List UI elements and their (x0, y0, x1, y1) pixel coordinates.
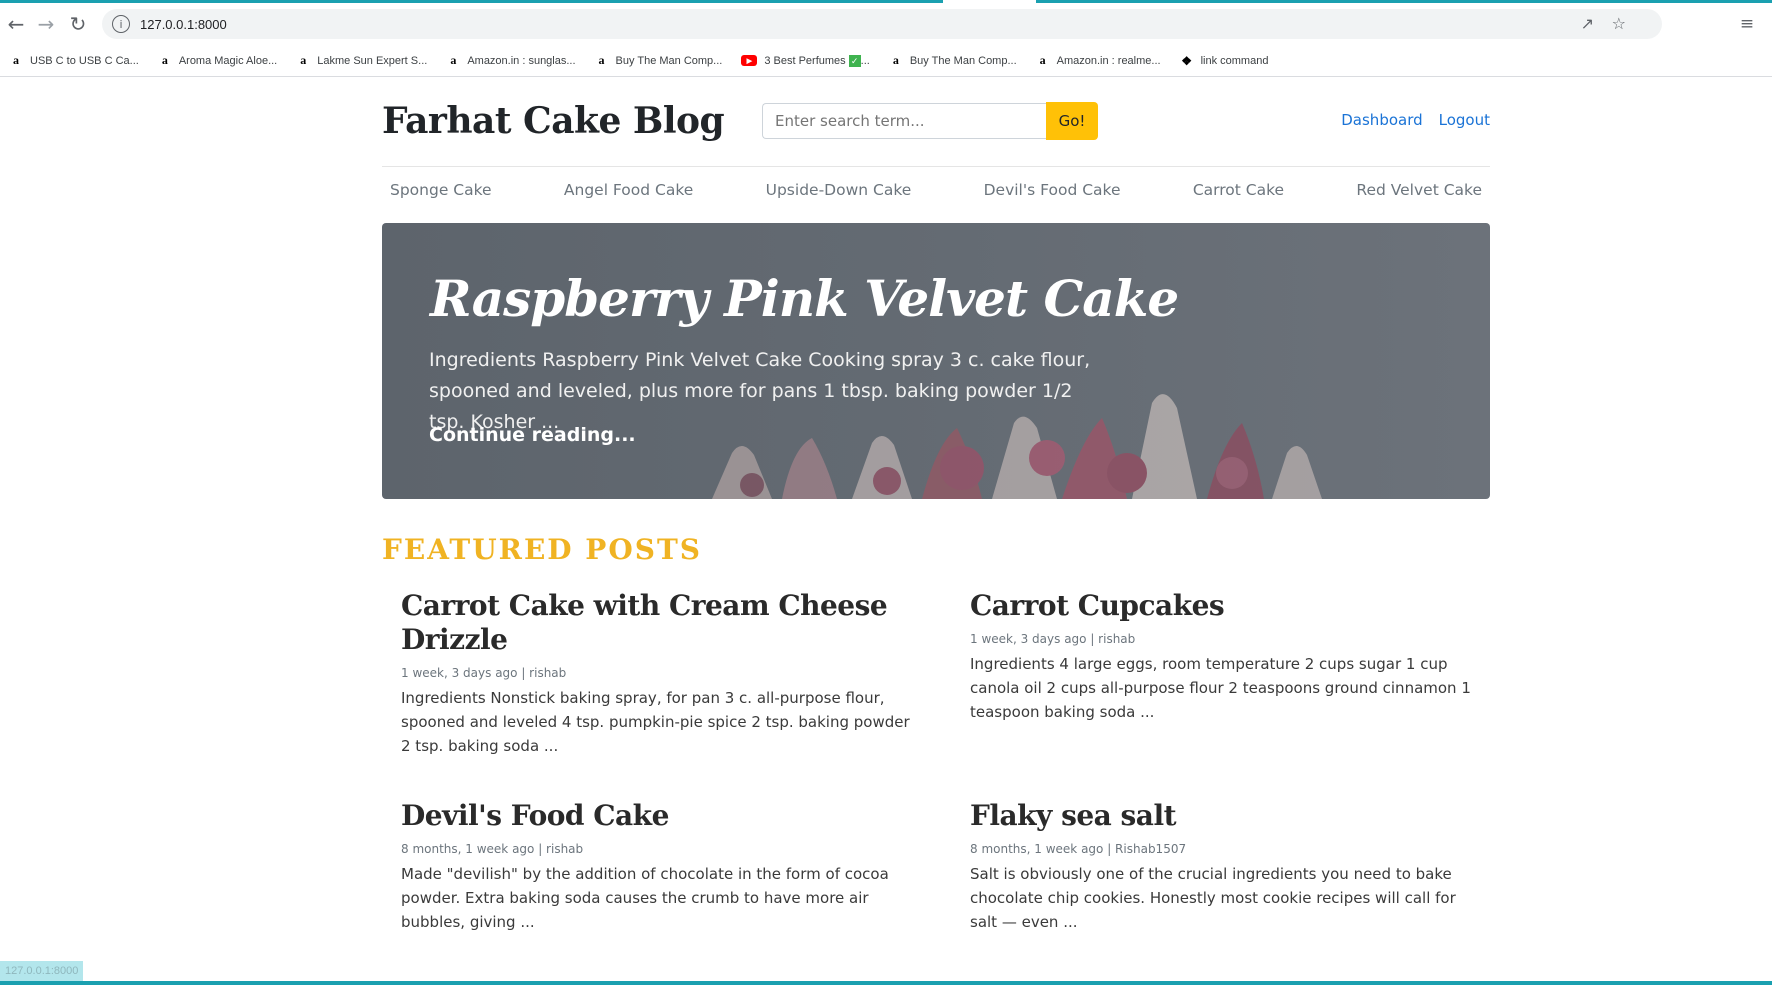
bookmarks-bar: a USB C to USB C Ca... a Aroma Magic Aloe.… (0, 45, 1772, 77)
bookmark-item[interactable]: a Amazon.in : sunglas... (446, 53, 576, 68)
reload-icon[interactable]: ↻ (65, 11, 91, 37)
blog-title[interactable]: Farhat Cake Blog (382, 100, 725, 142)
category-link-carrot-cake[interactable]: Carrot Cake (1193, 181, 1284, 199)
amazon-icon: a (892, 53, 899, 67)
amazon-icon: a (300, 53, 307, 67)
dashboard-link[interactable]: Dashboard (1341, 111, 1422, 129)
logout-link[interactable]: Logout (1439, 111, 1490, 129)
bookmark-item[interactable]: a Buy The Man Comp... (889, 53, 1017, 68)
bookmark-item[interactable]: a Amazon.in : realme... (1036, 53, 1161, 68)
post-meta: 1 week, 3 days ago | rishab (401, 666, 567, 680)
address-bar[interactable]: i 127.0.0.1:8000 ↗ ☆ (102, 9, 1662, 39)
hero-title: Raspberry Pink Velvet Cake (430, 269, 1179, 328)
category-nav: Sponge Cake Angel Food Cake Upside-Down … (382, 181, 1490, 199)
search-form: Go! (762, 102, 1098, 140)
post-excerpt: Ingredients Nonstick baking spray, for p… (401, 689, 910, 755)
amazon-icon: a (13, 53, 19, 67)
site-info-icon[interactable]: i (112, 15, 130, 33)
continue-reading-link[interactable]: Continue reading... (429, 424, 636, 446)
featured-post-card: Carrot Cupcakes 1 week, 3 days ago | ris… (970, 589, 1480, 724)
bookmark-label: Amazon.in : sunglas... (467, 54, 576, 67)
browser-toolbar: ← → ↻ i 127.0.0.1:8000 ↗ ☆ ≡ (0, 3, 1772, 43)
category-link-upside-down-cake[interactable]: Upside-Down Cake (766, 181, 912, 199)
bookmark-star-icon[interactable]: ☆ (1612, 14, 1626, 33)
post-meta: 8 months, 1 week ago | Rishab1507 (970, 842, 1187, 856)
window-border (0, 981, 1772, 985)
featured-posts-heading: FEATURED POSTS (382, 533, 703, 566)
search-button[interactable]: Go! (1046, 102, 1098, 140)
reading-list-icon[interactable]: ≡ (1734, 11, 1760, 37)
bookmark-label: Buy The Man Comp... (909, 54, 1017, 67)
post-excerpt: Salt is obviously one of the crucial ing… (970, 865, 1456, 931)
amazon-icon: a (450, 53, 457, 67)
share-icon[interactable]: ↗ (1581, 14, 1594, 33)
user-links: Dashboard Logout (1341, 111, 1490, 129)
bookmark-item[interactable]: a Aroma Magic Aloe... (158, 53, 278, 68)
bookmark-item[interactable]: a Lakme Sun Expert S... (296, 53, 428, 68)
bookmark-item[interactable]: ▶ 3 Best Perfumes ✓... (741, 54, 870, 67)
bookmark-label: Buy The Man Comp... (615, 54, 723, 67)
bookmark-label: Amazon.in : realme... (1056, 54, 1161, 67)
bookmark-item[interactable]: a USB C to USB C Ca... (9, 53, 139, 68)
bookmark-label: 3 Best Perfumes (764, 54, 846, 67)
post-meta: 8 months, 1 week ago | rishab (401, 842, 584, 856)
category-link-angel-food-cake[interactable]: Angel Food Cake (564, 181, 693, 199)
back-icon[interactable]: ← (3, 11, 29, 37)
amazon-icon: a (598, 53, 605, 67)
bookmark-label: USB C to USB C Ca... (30, 54, 139, 67)
address-url[interactable]: 127.0.0.1:8000 (140, 17, 227, 32)
link-icon: ❖ (1181, 53, 1192, 68)
post-title[interactable]: Carrot Cake with Cream Cheese Drizzle (401, 589, 911, 657)
bookmark-item[interactable]: ❖ link command (1180, 53, 1269, 68)
post-excerpt: Made "devilish" by the addition of choco… (401, 865, 889, 931)
category-link-devils-food-cake[interactable]: Devil's Food Cake (984, 181, 1121, 199)
bookmark-item[interactable]: a Buy The Man Comp... (595, 53, 723, 68)
post-title[interactable]: Carrot Cupcakes (970, 589, 1480, 623)
featured-post-card: Flaky sea salt 8 months, 1 week ago | Ri… (970, 799, 1480, 934)
bookmark-label: Lakme Sun Expert S... (317, 54, 428, 67)
featured-post-card: Carrot Cake with Cream Cheese Drizzle 1 … (401, 589, 911, 758)
category-link-sponge-cake[interactable]: Sponge Cake (390, 181, 492, 199)
checkmark-icon: ✓ (848, 54, 861, 67)
post-title[interactable]: Flaky sea salt (970, 799, 1480, 833)
forward-icon[interactable]: → (33, 11, 59, 37)
youtube-icon: ▶ (741, 55, 758, 66)
status-bubble: 127.0.0.1:8000 (0, 961, 84, 981)
bookmark-label: link command (1200, 54, 1269, 67)
amazon-icon: a (161, 53, 168, 67)
bookmark-label: Aroma Magic Aloe... (178, 54, 278, 67)
post-title[interactable]: Devil's Food Cake (401, 799, 911, 833)
category-link-red-velvet-cake[interactable]: Red Velvet Cake (1356, 181, 1482, 199)
post-excerpt: Ingredients 4 large eggs, room temperatu… (970, 655, 1471, 721)
amazon-icon: a (1039, 53, 1046, 67)
post-meta: 1 week, 3 days ago | rishab (970, 632, 1136, 646)
search-input[interactable] (762, 103, 1046, 139)
header-divider (382, 166, 1490, 167)
hero-banner: Raspberry Pink Velvet Cake Ingredients R… (382, 223, 1490, 499)
featured-post-card: Devil's Food Cake 8 months, 1 week ago |… (401, 799, 911, 934)
